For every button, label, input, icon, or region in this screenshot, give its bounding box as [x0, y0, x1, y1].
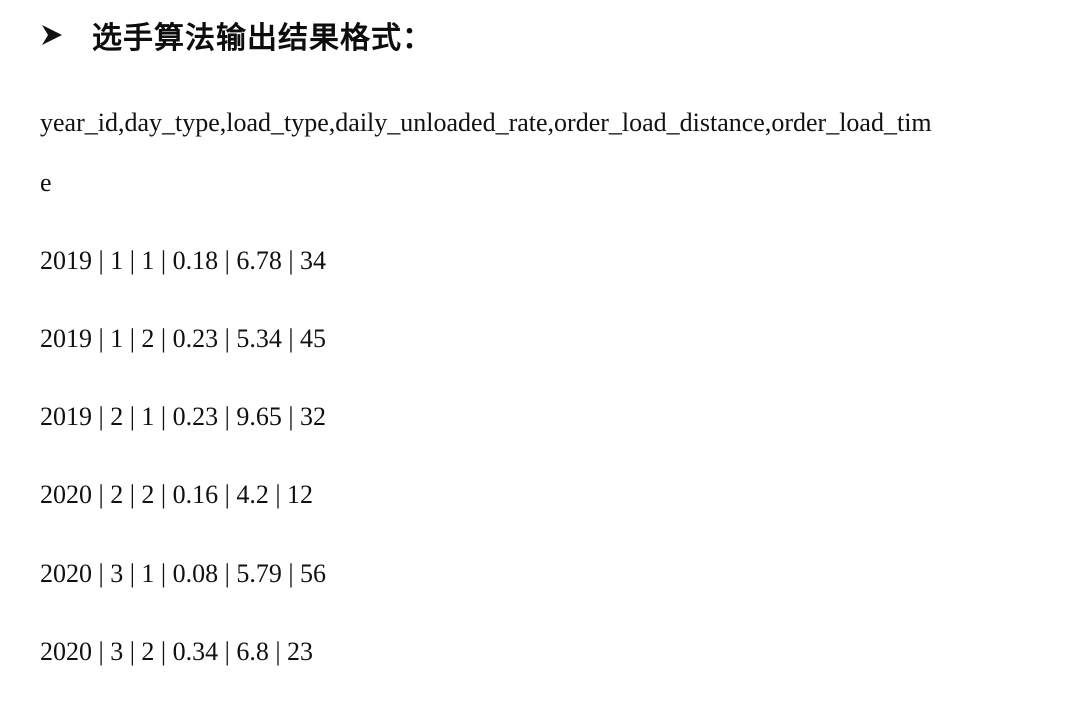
data-row-5: 2020 | 3 | 1 | 0.08 | 5.79 | 56: [40, 559, 327, 588]
arrow-bullet-icon: [42, 25, 62, 45]
data-row-3: 2019 | 2 | 1 | 0.23 | 9.65 | 32: [40, 402, 327, 431]
data-row-1: 2019 | 1 | 1 | 0.18 | 6.78 | 34: [40, 246, 327, 275]
column-header-line-2: e: [40, 168, 52, 197]
data-row-6: 2020 | 3 | 2 | 0.34 | 6.8 | 23: [40, 637, 314, 666]
column-header-line-1: year_id,day_type,load_type,daily_unloade…: [40, 108, 932, 137]
data-row-4: 2020 | 2 | 2 | 0.16 | 4.2 | 12: [40, 480, 314, 509]
section-heading: 选手算法输出结果格式：: [40, 12, 433, 58]
section-heading-text: 选手算法输出结果格式：: [92, 21, 433, 56]
data-row-2: 2019 | 1 | 2 | 0.23 | 5.34 | 45: [40, 324, 327, 353]
